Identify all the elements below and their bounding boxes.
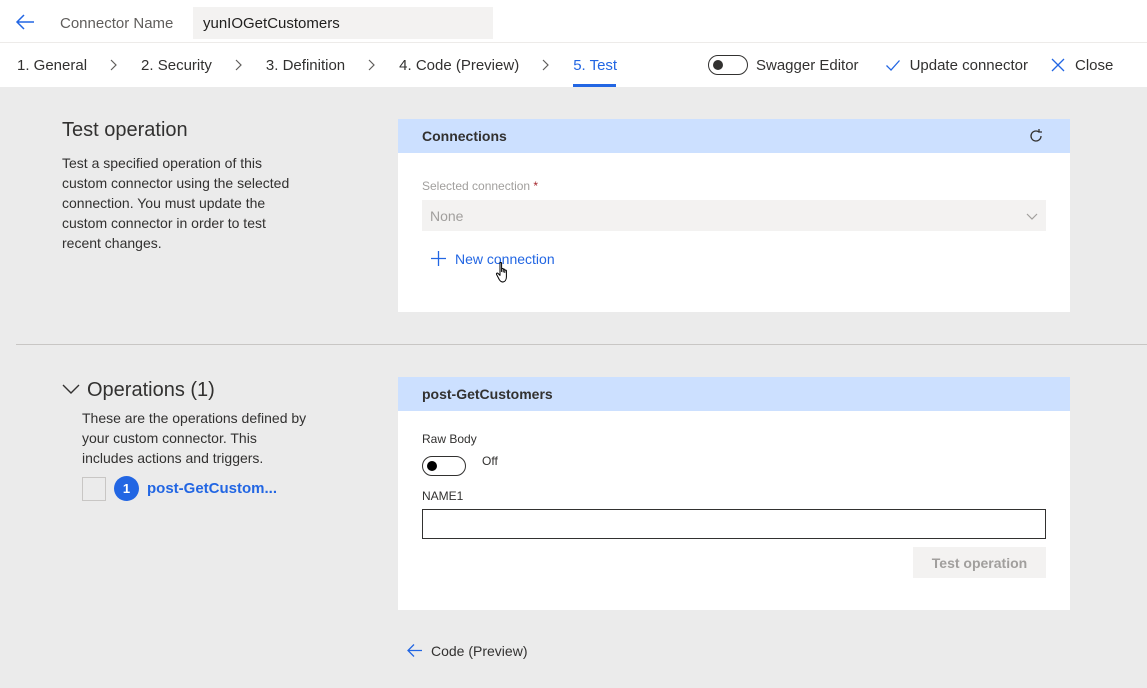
selected-connection-label: Selected connection * — [422, 179, 538, 193]
operation-card-title: post-GetCustomers — [422, 386, 553, 402]
update-connector-label: Update connector — [909, 56, 1028, 74]
step-code[interactable]: 4. Code (Preview) — [399, 43, 573, 87]
test-operation-description: Test a specified operation of this custo… — [62, 155, 290, 251]
wizard-steps: 1. General 2. Security 3. Definition 4. … — [17, 43, 617, 87]
chevron-down-icon — [1026, 213, 1038, 220]
close-button[interactable]: Close — [1050, 57, 1113, 74]
operation-checkbox[interactable] — [82, 477, 106, 501]
connector-name-input[interactable] — [193, 7, 493, 39]
selected-connection-value: None — [430, 207, 464, 224]
plus-icon — [431, 251, 446, 266]
test-operation-button[interactable]: Test operation — [913, 547, 1046, 578]
operations-description: These are the operations defined by your… — [82, 410, 307, 466]
arrow-left-icon — [407, 644, 422, 657]
step-general[interactable]: 1. General — [17, 43, 141, 87]
selected-connection-dropdown[interactable]: None — [422, 200, 1046, 231]
connections-card: Connections Selected connection * None N… — [398, 119, 1070, 312]
back-arrow-icon[interactable] — [14, 11, 36, 33]
step-test-label: 5. Test — [573, 56, 618, 74]
new-connection-link[interactable]: New connection — [430, 250, 555, 267]
close-label: Close — [1074, 56, 1114, 74]
connector-name-label: Connector Name — [60, 15, 174, 32]
operation-card: post-GetCustomers Raw Body Off NAME1 Tes… — [398, 377, 1070, 610]
name1-input[interactable] — [422, 509, 1046, 539]
raw-body-toggle[interactable] — [422, 456, 466, 476]
name1-label: NAME1 — [422, 489, 464, 503]
chevron-down-icon[interactable] — [62, 380, 80, 398]
operation-card-header: post-GetCustomers — [398, 377, 1070, 411]
header-bar: Connector Name 1. General 2. Security 3.… — [0, 0, 1147, 87]
operations-title[interactable]: Operations (1) — [87, 379, 215, 402]
chevron-right-icon — [110, 59, 117, 71]
connections-card-header: Connections — [398, 119, 1070, 153]
back-to-code-label: Code (Preview) — [431, 642, 528, 659]
chevron-right-icon — [542, 59, 550, 71]
step-definition[interactable]: 3. Definition — [266, 43, 399, 87]
toolbar: Swagger Editor Update connector Close — [708, 43, 1113, 87]
section-divider — [16, 344, 1147, 345]
chevron-right-icon — [235, 59, 242, 71]
required-marker: * — [533, 179, 539, 193]
toggle-knob — [427, 461, 437, 471]
back-to-code-link[interactable]: Code (Preview) — [406, 642, 527, 659]
close-icon — [1051, 58, 1065, 72]
swagger-toggle-switch[interactable] — [708, 55, 748, 75]
raw-body-state: Off — [482, 454, 498, 468]
swagger-editor-label: Swagger Editor — [756, 56, 859, 74]
raw-body-label: Raw Body — [422, 432, 477, 446]
step-code-label: 4. Code (Preview) — [399, 56, 520, 74]
swagger-editor-toggle[interactable]: Swagger Editor — [708, 55, 859, 75]
test-operation-title: Test operation — [62, 119, 188, 141]
chevron-right-icon — [368, 59, 375, 71]
hand-cursor-icon — [495, 262, 507, 283]
refresh-icon[interactable] — [1028, 128, 1044, 144]
operation-item-link[interactable]: post-GetCustom... — [147, 480, 277, 497]
operation-index-badge: 1 — [114, 476, 139, 501]
step-definition-label: 3. Definition — [265, 56, 346, 74]
step-security[interactable]: 2. Security — [141, 43, 266, 87]
step-general-label: 1. General — [17, 56, 88, 74]
update-connector-button[interactable]: Update connector — [885, 57, 1028, 74]
selected-connection-label-text: Selected connection — [422, 179, 531, 193]
step-security-label: 2. Security — [141, 56, 212, 74]
checkmark-icon — [885, 60, 900, 71]
toggle-knob — [713, 60, 723, 70]
connections-card-title: Connections — [422, 128, 507, 144]
step-test[interactable]: 5. Test — [573, 43, 617, 87]
